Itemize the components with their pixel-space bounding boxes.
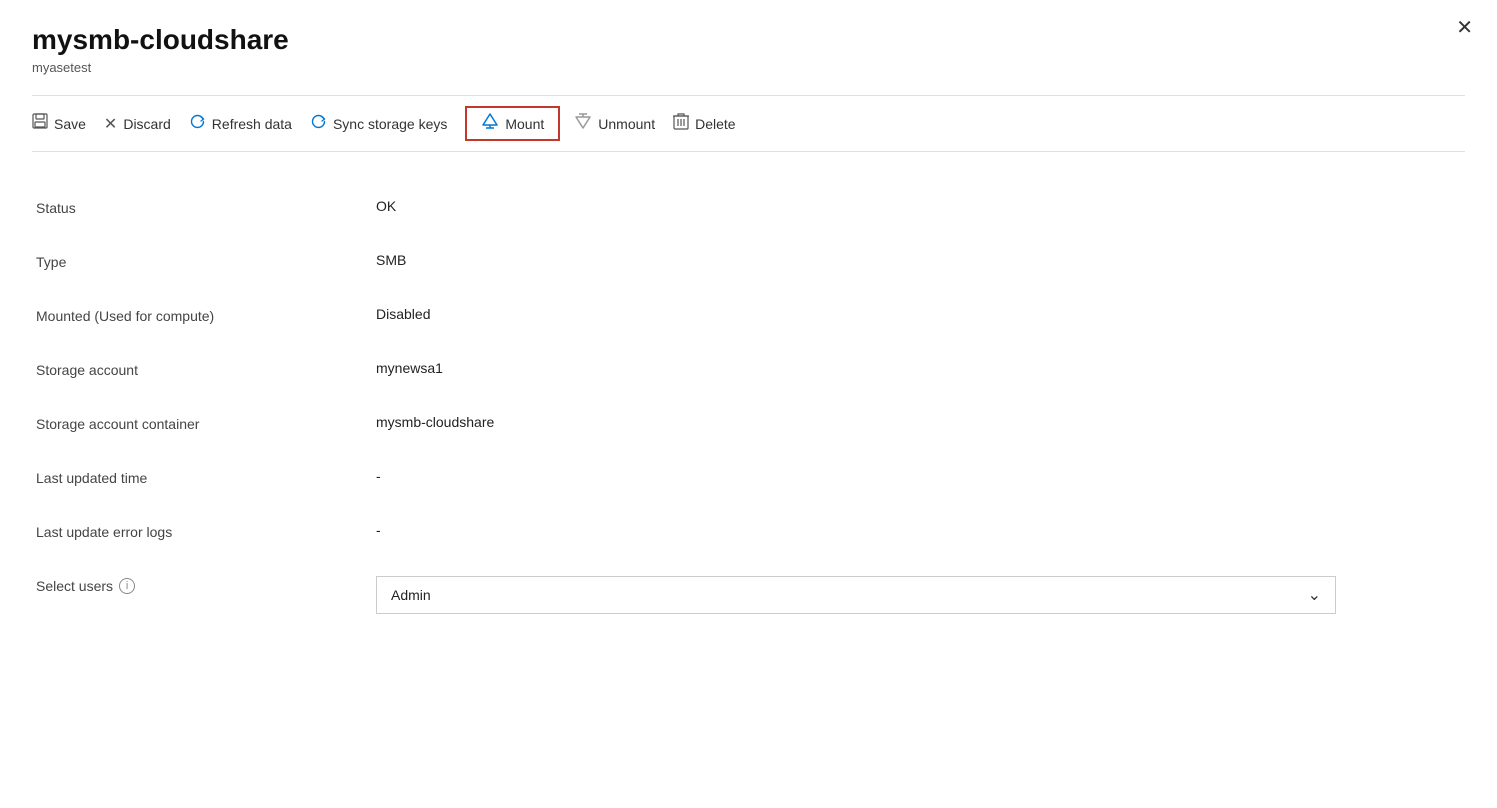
field-row-type: Type SMB — [36, 234, 1465, 288]
delete-icon — [673, 112, 689, 135]
field-row-storage-container: Storage account container mysmb-cloudsha… — [36, 396, 1465, 450]
field-value-storage-container: mysmb-cloudshare — [376, 414, 1465, 430]
field-label-storage-container: Storage account container — [36, 414, 376, 432]
field-row-status: Status OK — [36, 180, 1465, 234]
save-icon — [32, 113, 48, 134]
sync-icon — [310, 113, 327, 135]
field-value-mounted: Disabled — [376, 306, 1465, 322]
field-label-storage-account: Storage account — [36, 360, 376, 378]
refresh-button[interactable]: Refresh data — [189, 109, 310, 139]
field-value-error-logs: - — [376, 522, 1465, 538]
delete-button[interactable]: Delete — [673, 108, 753, 139]
chevron-down-icon: ⌄ — [1308, 585, 1321, 605]
page-title: mysmb-cloudshare — [32, 24, 1465, 56]
panel: ✕ mysmb-cloudshare myasetest Save ✕ Disc… — [0, 0, 1497, 808]
field-row-last-updated: Last updated time - — [36, 450, 1465, 504]
field-label-type: Type — [36, 252, 376, 270]
mount-button[interactable]: Mount — [465, 106, 560, 141]
field-value-type: SMB — [376, 252, 1465, 268]
discard-icon: ✕ — [104, 114, 117, 134]
field-row-mounted: Mounted (Used for compute) Disabled — [36, 288, 1465, 342]
unmount-icon — [574, 112, 592, 135]
info-icon: i — [119, 578, 135, 594]
fields-section: Status OK Type SMB Mounted (Used for com… — [32, 180, 1465, 632]
toolbar: Save ✕ Discard Refresh data — [32, 95, 1465, 152]
field-value-storage-account: mynewsa1 — [376, 360, 1465, 376]
field-label-select-users: Select users i — [36, 576, 376, 594]
field-row-select-users: Select users i Admin ⌄ — [36, 558, 1465, 632]
field-label-mounted: Mounted (Used for compute) — [36, 306, 376, 324]
select-users-dropdown[interactable]: Admin ⌄ — [376, 576, 1336, 614]
close-button[interactable]: ✕ — [1456, 18, 1473, 38]
save-button[interactable]: Save — [32, 109, 104, 138]
page-subtitle: myasetest — [32, 60, 1465, 75]
field-value-select-users: Admin ⌄ — [376, 576, 1465, 614]
field-row-storage-account: Storage account mynewsa1 — [36, 342, 1465, 396]
mount-icon — [481, 112, 499, 135]
sync-button[interactable]: Sync storage keys — [310, 109, 465, 139]
field-label-status: Status — [36, 198, 376, 216]
discard-button[interactable]: ✕ Discard — [104, 110, 189, 138]
field-label-error-logs: Last update error logs — [36, 522, 376, 540]
field-row-error-logs: Last update error logs - — [36, 504, 1465, 558]
field-value-last-updated: - — [376, 468, 1465, 484]
unmount-button[interactable]: Unmount — [574, 108, 673, 139]
select-users-value: Admin — [391, 587, 431, 603]
field-value-status: OK — [376, 198, 1465, 214]
field-label-last-updated: Last updated time — [36, 468, 376, 486]
refresh-icon — [189, 113, 206, 135]
